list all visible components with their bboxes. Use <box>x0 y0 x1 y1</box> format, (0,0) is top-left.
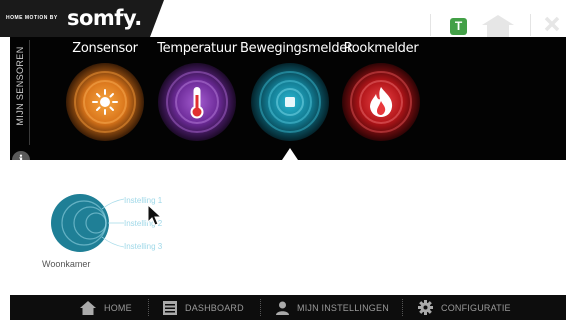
somfy-logo: HOME MOTION BY somfy. <box>0 0 164 37</box>
home-icon[interactable] <box>478 13 518 37</box>
nav-label: HOME <box>104 302 132 313</box>
brand-prefix: HOME MOTION BY <box>6 15 58 21</box>
close-icon[interactable] <box>542 14 562 34</box>
dashboard-icon <box>163 300 177 315</box>
user-badge-button[interactable]: T <box>450 18 467 35</box>
sensor-rookmelder[interactable]: Rookmelder <box>331 41 431 159</box>
room-setting-3[interactable]: Instelling 3 <box>124 242 162 251</box>
nav-mijn-instellingen[interactable]: MIJN INSTELLINGEN <box>276 295 389 320</box>
bottom-nav: HOME DASHBOARD MIJN INSTELLINGEN CONFIGU… <box>10 295 566 320</box>
nav-divider <box>402 299 403 316</box>
gear-icon <box>418 300 433 315</box>
mouse-cursor-icon <box>146 203 166 227</box>
header-divider <box>530 14 531 36</box>
nav-configuratie[interactable]: CONFIGURATIE <box>418 295 511 320</box>
sensor-bewegingsmelder[interactable]: Bewegingsmelder <box>240 41 353 159</box>
home-icon <box>80 300 96 315</box>
thermometer-icon <box>158 63 236 141</box>
sun-icon <box>66 63 144 141</box>
sensor-label: Rookmelder <box>343 41 419 56</box>
motion-icon <box>251 63 329 141</box>
nav-label: MIJN INSTELLINGEN <box>297 302 389 313</box>
sensor-label: Temperatuur <box>157 41 237 56</box>
app-header: HOME MOTION BY somfy. T <box>0 0 566 37</box>
sensor-label: Bewegingsmelder <box>240 41 353 56</box>
room-label: Woonkamer <box>42 259 91 269</box>
sidebar-divider <box>29 40 30 145</box>
nav-label: CONFIGURATIE <box>441 302 511 313</box>
nav-label: DASHBOARD <box>185 302 244 313</box>
sensor-temperatuur[interactable]: Temperatuur <box>147 41 247 159</box>
nav-home[interactable]: HOME <box>80 295 132 320</box>
sensor-zonsensor[interactable]: Zonsensor <box>55 41 155 159</box>
nav-dashboard[interactable]: DASHBOARD <box>163 295 244 320</box>
nav-divider <box>148 299 149 316</box>
sensor-label: Zonsensor <box>72 41 138 56</box>
flame-icon <box>342 63 420 141</box>
brand-name: somfy. <box>67 6 142 30</box>
header-actions: T <box>430 8 566 37</box>
selected-sensor-pointer <box>282 148 298 160</box>
header-divider <box>430 14 431 36</box>
user-icon <box>276 301 289 315</box>
nav-divider <box>260 299 261 316</box>
sidebar-label: MIJN SENSOREN <box>15 46 25 126</box>
